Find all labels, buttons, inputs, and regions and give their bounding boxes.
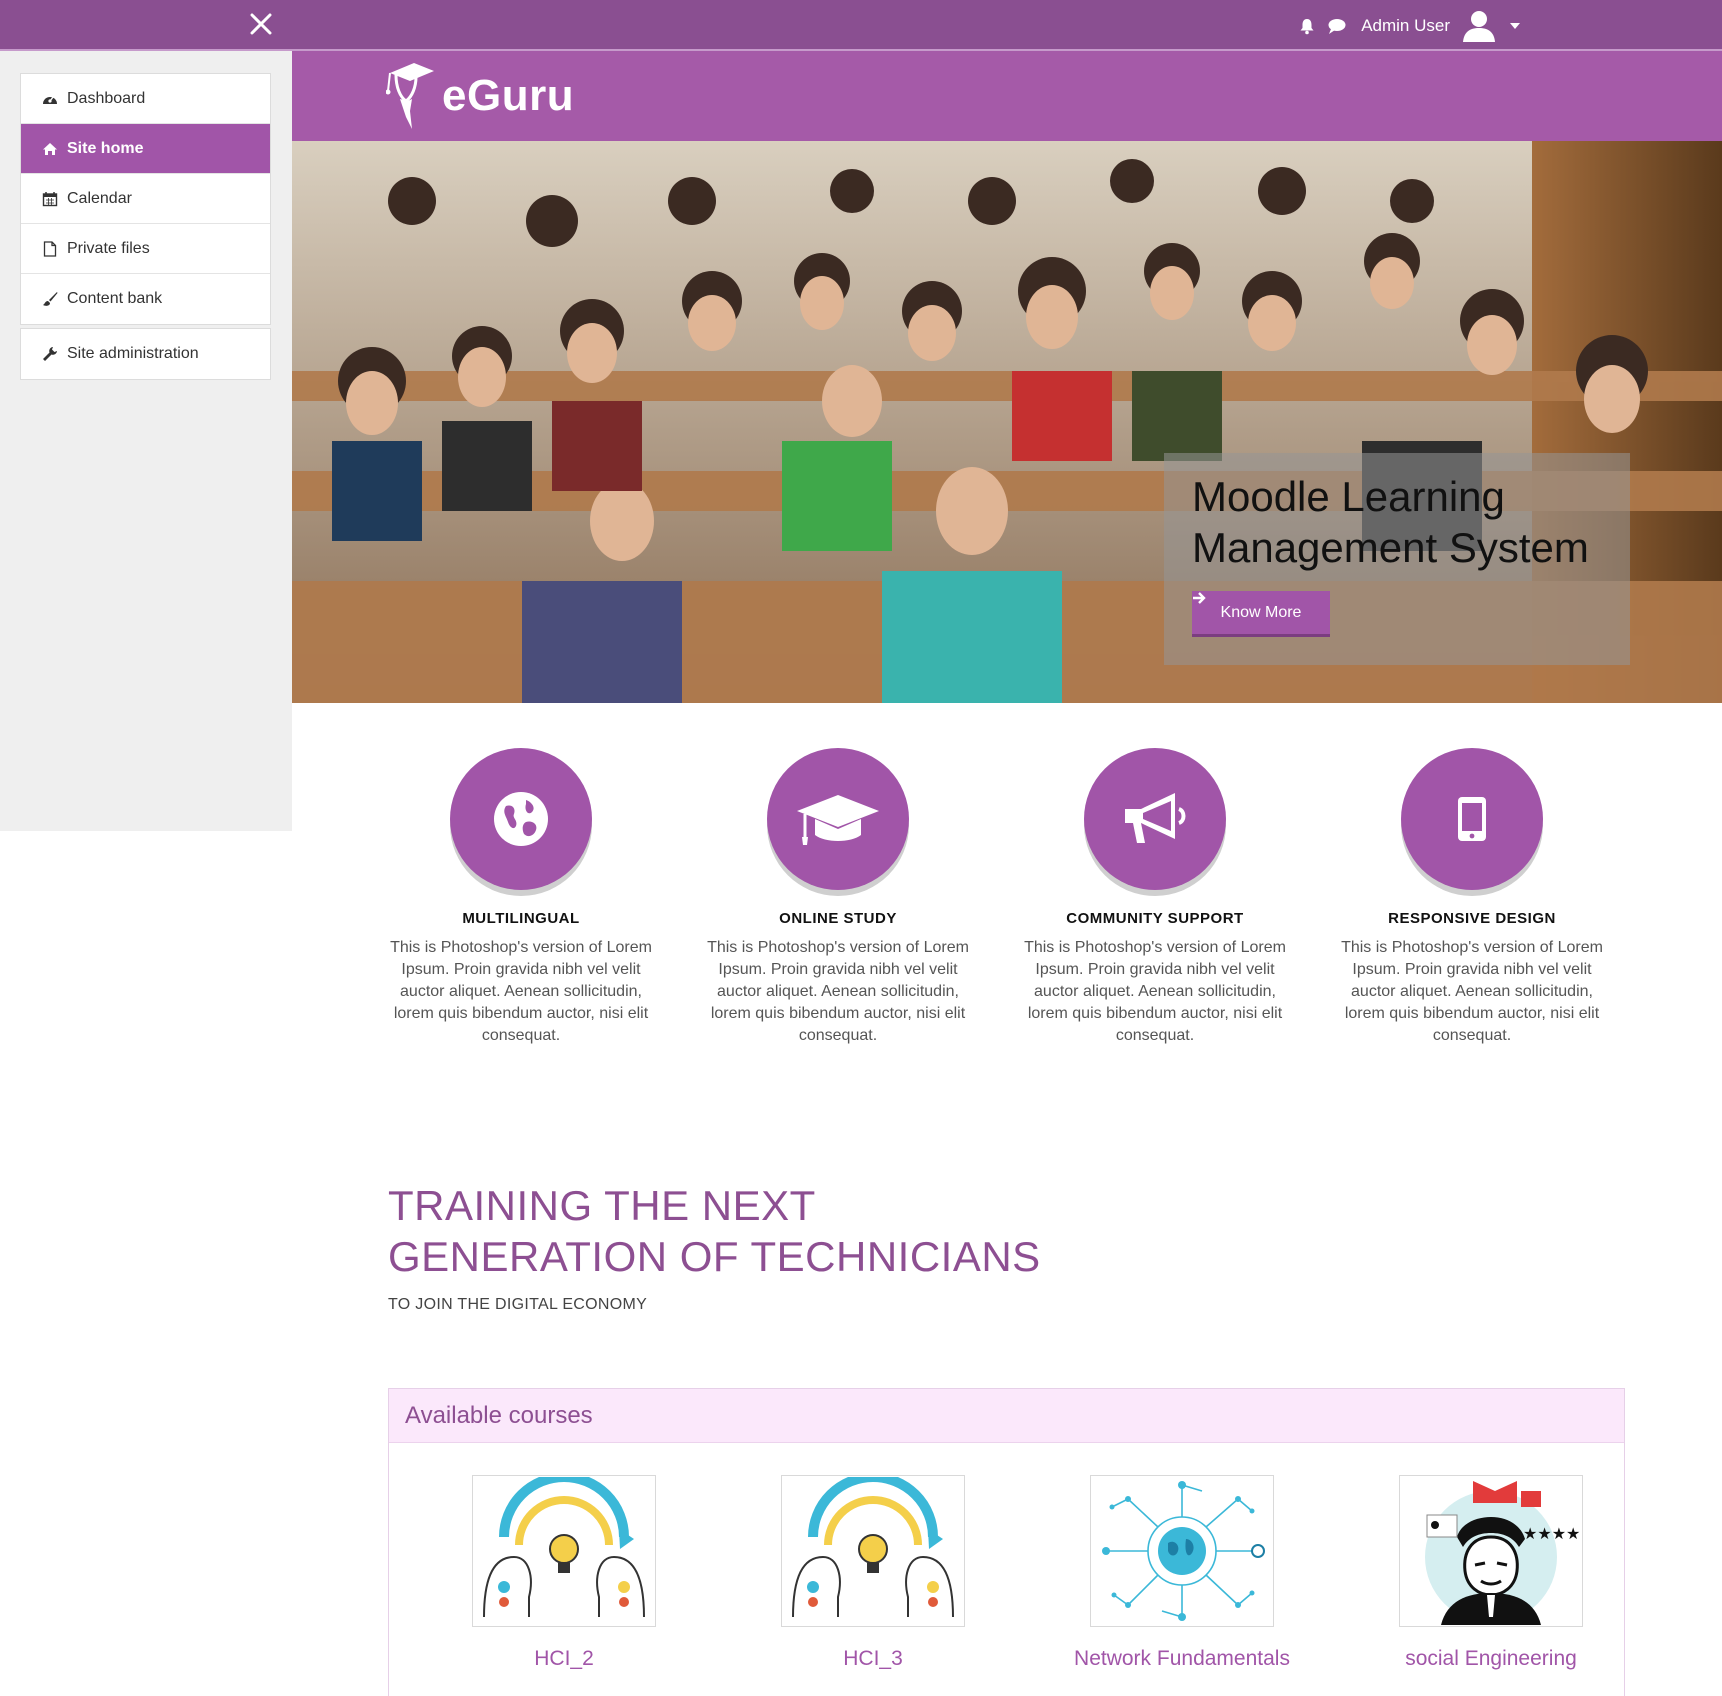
globe-icon (494, 792, 548, 846)
feature-online-study: ONLINE STUDY This is Photoshop's version… (693, 748, 983, 1047)
training-heading: TRAINING THE NEXT GENERATION OF TECHNICI… (388, 1180, 1388, 1282)
sidebar-item-label: Content bank (67, 290, 163, 307)
training-heading-line-1: TRAINING THE NEXT (388, 1182, 816, 1229)
avatar-icon[interactable] (1460, 7, 1498, 45)
course-card[interactable]: Network Fundamentals (1072, 1475, 1292, 1671)
course-image[interactable] (781, 1475, 965, 1627)
home-icon (41, 140, 59, 158)
hci-illustration (792, 1477, 954, 1618)
calendar-icon (41, 190, 59, 208)
course-image[interactable] (472, 1475, 656, 1627)
feature-text: This is Photoshop's version of Lorem Ips… (1024, 939, 1286, 1044)
brand-header: eGuru (292, 51, 1722, 141)
megaphone-icon (1125, 793, 1186, 843)
svg-text:★★★★: ★★★★ (1523, 1524, 1580, 1543)
know-more-label: Know More (1220, 603, 1302, 621)
hero-title-line-1: Moodle Learning (1192, 473, 1505, 520)
feature-responsive-design: RESPONSIVE DESIGN This is Photoshop's ve… (1327, 748, 1617, 1047)
feature-text: This is Photoshop's version of Lorem Ips… (390, 939, 652, 1044)
feature-title: MULTILINGUAL (462, 910, 580, 927)
dashboard-icon (41, 90, 59, 108)
feature-multilingual: MULTILINGUAL This is Photoshop's version… (376, 748, 666, 1047)
user-menu-area: Admin User (1297, 0, 1522, 51)
mobile-icon (1458, 797, 1486, 841)
site-logo[interactable]: eGuru (386, 61, 574, 131)
sidebar-item-content-bank[interactable]: Content bank (21, 274, 270, 324)
feature-circle (1401, 748, 1543, 890)
feature-title: RESPONSIVE DESIGN (1388, 910, 1556, 927)
caret-down-icon[interactable] (1508, 19, 1522, 33)
bell-icon[interactable] (1297, 16, 1317, 36)
course-image[interactable]: ★★★★ (1399, 1475, 1583, 1627)
sidebar-item-calendar[interactable]: Calendar (21, 174, 270, 224)
brush-icon (41, 290, 59, 308)
course-name[interactable]: Network Fundamentals (1072, 1647, 1292, 1671)
hero-banner: Moodle Learning Management System Know M… (292, 141, 1722, 703)
sidebar-item-private-files[interactable]: Private files (21, 224, 270, 274)
sidebar-item-label: Site administration (67, 345, 199, 362)
sidebar-item-label: Private files (67, 239, 150, 257)
file-icon (41, 240, 59, 258)
feature-circle (450, 748, 592, 890)
chat-icon[interactable] (1327, 16, 1347, 36)
arrow-right-icon (1193, 592, 1206, 604)
course-card[interactable]: ★★★★ social Engineering (1381, 1475, 1601, 1671)
training-subtitle: TO JOIN THE DIGITAL ECONOMY (388, 1296, 648, 1313)
graduate-logo-icon (386, 63, 434, 129)
network-illustration (1102, 1481, 1265, 1621)
sidebar-item-label: Calendar (67, 189, 132, 207)
sidebar-drawer: Dashboard Site home Calendar Private fil… (0, 51, 292, 831)
feature-title: ONLINE STUDY (779, 910, 897, 927)
hero-title-line-2: Management System (1192, 524, 1589, 571)
course-name[interactable]: HCI_2 (454, 1647, 674, 1671)
training-heading-line-2: GENERATION OF TECHNICIANS (388, 1233, 1041, 1280)
top-navbar: Admin User (0, 0, 1722, 51)
close-icon (250, 13, 272, 35)
sidebar-item-label: Site home (67, 139, 144, 157)
features-section: MULTILINGUAL This is Photoshop's version… (368, 748, 1668, 1058)
feature-title: COMMUNITY SUPPORT (1066, 910, 1244, 927)
brand-name: eGuru (442, 71, 575, 120)
sidebar-item-site-home[interactable]: Site home (21, 124, 270, 174)
hero-title: Moodle Learning Management System (1192, 471, 1602, 573)
feature-community-support: COMMUNITY SUPPORT This is Photoshop's ve… (1010, 748, 1300, 1047)
hci-illustration (483, 1477, 645, 1618)
wrench-icon (41, 345, 59, 363)
courses-heading: Available courses (389, 1389, 1624, 1443)
feature-circle (1084, 748, 1226, 890)
course-image[interactable] (1090, 1475, 1274, 1627)
hacker-illustration: ★★★★ (1425, 1481, 1580, 1625)
feature-text: This is Photoshop's version of Lorem Ips… (707, 939, 969, 1044)
sidebar-item-site-administration[interactable]: Site administration (21, 329, 270, 379)
know-more-button[interactable]: Know More (1192, 591, 1330, 637)
sidebar-item-dashboard[interactable]: Dashboard (21, 74, 270, 124)
graduation-cap-icon (797, 795, 879, 845)
course-card[interactable]: HCI_3 (763, 1475, 983, 1671)
sidebar-nav-admin: Site administration (20, 328, 271, 380)
course-name[interactable]: social Engineering (1381, 1647, 1601, 1671)
sidebar-item-label: Dashboard (67, 89, 146, 107)
course-name[interactable]: HCI_3 (763, 1647, 983, 1671)
hero-caption-box: Moodle Learning Management System Know M… (1164, 453, 1630, 665)
available-courses-panel: Available courses HCI_2 HCI_3 Network Fu… (388, 1388, 1625, 1696)
feature-text: This is Photoshop's version of Lorem Ips… (1341, 939, 1603, 1044)
sidebar-nav-main: Dashboard Site home Calendar Private fil… (20, 73, 271, 325)
training-section: TRAINING THE NEXT GENERATION OF TECHNICI… (388, 1180, 1388, 1314)
course-card[interactable]: HCI_2 (454, 1475, 674, 1671)
close-drawer-button[interactable] (246, 12, 276, 42)
user-name[interactable]: Admin User (1361, 16, 1450, 36)
feature-circle (767, 748, 909, 890)
